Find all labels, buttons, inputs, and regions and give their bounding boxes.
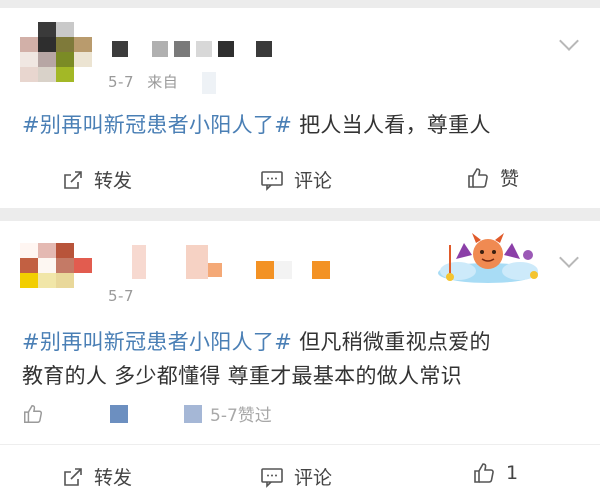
repost-label: 转发 [94, 170, 133, 192]
liked-info-text: 5-7赞过 [210, 406, 272, 426]
username-pixelated[interactable] [112, 41, 272, 57]
comment-button[interactable]: 评论 [260, 166, 332, 193]
liked-user-pixelated [184, 404, 202, 423]
post-source: 来自 [147, 73, 179, 91]
source-pixelated [201, 71, 216, 94]
post-card-2: 5-7 #别再叫新冠患者小阳人了# 但凡稍微重视点爱的 教育的人 多少都懂得 尊… [0, 221, 600, 502]
chevron-down-icon[interactable] [559, 31, 579, 51]
top-strip [0, 0, 600, 8]
comment-button[interactable]: 评论 [260, 463, 332, 490]
chevron-down-icon[interactable] [559, 248, 579, 268]
liked-info-row: 5-7赞过 [22, 401, 272, 426]
like-button[interactable]: 赞 [466, 164, 519, 191]
comment-label: 评论 [294, 170, 333, 192]
avatar-pixelated[interactable] [20, 22, 92, 82]
comment-label: 评论 [294, 467, 333, 489]
repost-icon [64, 467, 82, 486]
hashtag-link[interactable]: #别再叫新冠患者小阳人了# [22, 330, 292, 354]
post-date: 5-7 [108, 287, 134, 305]
hashtag-link[interactable]: #别再叫新冠患者小阳人了# [22, 113, 292, 137]
thumb-up-icon [468, 167, 488, 188]
post-text: #别再叫新冠患者小阳人了# 但凡稍微重视点爱的 教育的人 多少都懂得 尊重才最基… [22, 325, 582, 393]
divider [0, 444, 600, 445]
post-date: 5-7 [108, 73, 134, 91]
avatar-pixelated[interactable] [20, 243, 92, 303]
post-meta: 5-7 [108, 287, 134, 305]
like-label: 赞 [500, 168, 520, 190]
repost-label: 转发 [94, 467, 133, 489]
post-body-line2: 教育的人 多少都懂得 尊重才最基本的做人常识 [22, 364, 462, 388]
post-card-1: 5-7 来自 #别再叫新冠患者小阳人了# 把人当人看，尊重人 转发 评论 赞 [0, 8, 600, 208]
like-count: 1 [506, 462, 519, 484]
post-text: #别再叫新冠患者小阳人了# 把人当人看，尊重人 [22, 108, 582, 142]
post-meta: 5-7 来自 [108, 71, 216, 94]
repost-button[interactable]: 转发 [62, 166, 132, 193]
repost-button[interactable]: 转发 [62, 463, 132, 490]
post-separator [0, 208, 600, 221]
post-body: 把人当人看，尊重人 [292, 113, 491, 137]
comment-icon [261, 467, 283, 488]
comment-icon [261, 170, 283, 191]
username-pixelated[interactable] [132, 245, 330, 279]
devil-sticker [438, 233, 538, 283]
repost-icon [64, 170, 82, 189]
thumb-up-icon [24, 404, 43, 423]
liked-user-pixelated [110, 404, 128, 423]
like-button[interactable]: 1 [472, 461, 518, 485]
post-body-line1: 但凡稍微重视点爱的 [292, 330, 491, 354]
thumb-up-icon [474, 463, 494, 483]
